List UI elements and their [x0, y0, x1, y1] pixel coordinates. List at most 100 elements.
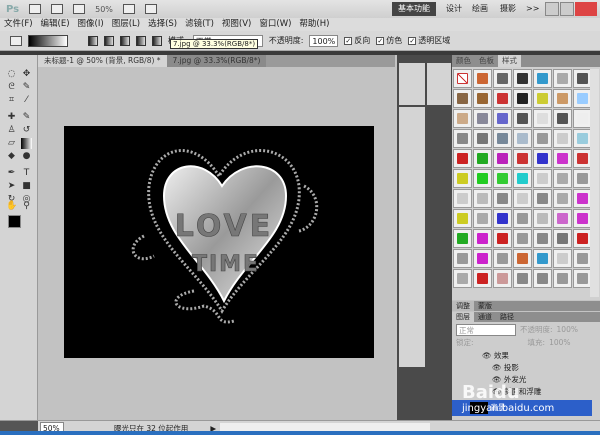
style-swatch[interactable]	[553, 209, 572, 228]
maximize-button[interactable]	[560, 2, 574, 16]
layer-opacity-input[interactable]: 100%	[557, 324, 578, 335]
fill-input[interactable]: 100%	[549, 337, 570, 348]
mini-bridge-icon[interactable]	[51, 4, 64, 14]
hand-tool-icon[interactable]: ✋	[6, 201, 17, 212]
dodge-tool-icon[interactable]: ●	[21, 151, 32, 162]
style-swatch[interactable]	[533, 69, 552, 88]
bridge-icon[interactable]	[29, 4, 42, 14]
style-swatch[interactable]	[493, 189, 512, 208]
healing-brush-icon[interactable]: ✚	[6, 112, 17, 123]
layer-effects-row[interactable]: 👁 效果	[482, 350, 600, 361]
menu-edit[interactable]: 编辑(E)	[41, 18, 70, 31]
style-swatch[interactable]	[453, 229, 472, 248]
style-swatch[interactable]	[473, 189, 492, 208]
style-swatch[interactable]	[453, 189, 472, 208]
style-swatch[interactable]	[473, 109, 492, 128]
style-swatch[interactable]	[533, 149, 552, 168]
gradient-picker[interactable]	[28, 34, 68, 47]
tool-preset-icon[interactable]	[10, 35, 22, 46]
style-swatch[interactable]	[513, 169, 532, 188]
style-swatch[interactable]	[473, 69, 492, 88]
style-swatch[interactable]	[473, 129, 492, 148]
reflected-gradient-button[interactable]	[136, 35, 146, 46]
style-swatch[interactable]	[473, 249, 492, 268]
menu-help[interactable]: 帮助(H)	[299, 18, 329, 31]
workspace-essentials[interactable]: 基本功能	[392, 2, 436, 16]
character-panel-icons[interactable]	[427, 63, 451, 105]
style-swatch[interactable]	[493, 109, 512, 128]
transparency-checkbox[interactable]: ✓ 透明区域	[408, 35, 450, 46]
blend-mode-select[interactable]: 正常	[456, 324, 516, 336]
style-swatch[interactable]	[493, 149, 512, 168]
type-tool-icon[interactable]: T	[21, 168, 32, 179]
style-swatch[interactable]	[553, 229, 572, 248]
style-swatch[interactable]	[533, 189, 552, 208]
style-swatch[interactable]	[533, 169, 552, 188]
opacity-input[interactable]: 100%	[309, 34, 339, 47]
tab-layers[interactable]: 图层	[452, 312, 474, 322]
style-swatch[interactable]	[493, 269, 512, 288]
style-swatch[interactable]	[533, 129, 552, 148]
style-swatch[interactable]	[533, 109, 552, 128]
style-swatch[interactable]	[473, 169, 492, 188]
style-swatch[interactable]	[453, 109, 472, 128]
style-swatch[interactable]	[493, 209, 512, 228]
style-swatch[interactable]	[553, 89, 572, 108]
style-swatch[interactable]	[553, 269, 572, 288]
style-swatch[interactable]	[473, 269, 492, 288]
quick-select-icon[interactable]: ✎	[21, 82, 32, 93]
menu-window[interactable]: 窗口(W)	[259, 18, 291, 31]
style-swatch[interactable]	[513, 229, 532, 248]
style-swatch[interactable]	[513, 249, 532, 268]
style-swatch[interactable]	[553, 169, 572, 188]
style-swatch[interactable]	[533, 89, 552, 108]
zoom-tool-icon[interactable]: ⚲	[21, 201, 32, 212]
workspace-photography[interactable]: 摄影	[494, 2, 522, 16]
style-swatch[interactable]	[553, 69, 572, 88]
style-swatch[interactable]	[453, 249, 472, 268]
dither-checkbox[interactable]: ✓ 仿色	[376, 35, 402, 46]
eyedropper-icon[interactable]: ⁄	[21, 95, 32, 106]
effect-drop-shadow[interactable]: 👁 投影	[492, 362, 600, 373]
tab-adjustments[interactable]: 调整	[452, 301, 474, 311]
shape-tool-icon[interactable]: ■	[21, 181, 32, 192]
pen-tool-icon[interactable]: ✒	[6, 168, 17, 179]
zoom-select[interactable]: 50%	[95, 5, 113, 14]
style-swatch[interactable]	[533, 249, 552, 268]
style-swatch[interactable]	[453, 209, 472, 228]
style-swatch[interactable]	[513, 269, 532, 288]
screen-mode-icon[interactable]	[144, 4, 157, 14]
style-swatch[interactable]	[553, 129, 572, 148]
crop-tool-icon[interactable]: ⌗	[6, 95, 17, 106]
style-swatch[interactable]	[453, 169, 472, 188]
tab-masks[interactable]: 蒙版	[474, 301, 496, 311]
radial-gradient-button[interactable]	[104, 35, 114, 46]
style-swatch[interactable]	[533, 269, 552, 288]
brush-tool-icon[interactable]: ✎	[21, 112, 32, 123]
style-swatch[interactable]	[473, 149, 492, 168]
style-swatch[interactable]	[473, 89, 492, 108]
lasso-tool-icon[interactable]: ᘓ	[6, 82, 17, 93]
view-extras-icon[interactable]	[73, 4, 86, 14]
move-tool-icon[interactable]: ✥	[21, 69, 32, 80]
style-swatch[interactable]	[553, 249, 572, 268]
tab-untitled-1[interactable]: 未标题-1 @ 50% (背景, RGB/8) *	[38, 55, 167, 67]
arrange-icon[interactable]	[122, 4, 135, 14]
gradient-tool-icon[interactable]	[21, 138, 32, 149]
linear-gradient-button[interactable]	[88, 35, 98, 46]
tab-paths[interactable]: 路径	[496, 312, 518, 322]
clone-stamp-icon[interactable]: ♙	[6, 125, 17, 136]
style-swatch[interactable]	[533, 209, 552, 228]
menu-select[interactable]: 选择(S)	[148, 18, 177, 31]
style-swatch[interactable]	[513, 69, 532, 88]
document-canvas[interactable]: LOVE TIME	[64, 126, 374, 358]
style-swatch[interactable]	[473, 229, 492, 248]
style-swatch[interactable]	[553, 109, 572, 128]
menu-filter[interactable]: 滤镜(T)	[185, 18, 214, 31]
style-swatch[interactable]	[453, 89, 472, 108]
style-swatch[interactable]	[553, 189, 572, 208]
menu-layer[interactable]: 图层(L)	[112, 18, 140, 31]
style-swatch[interactable]	[493, 89, 512, 108]
reverse-checkbox[interactable]: ✓ 反向	[344, 35, 370, 46]
more-workspaces[interactable]: >>	[520, 2, 545, 16]
